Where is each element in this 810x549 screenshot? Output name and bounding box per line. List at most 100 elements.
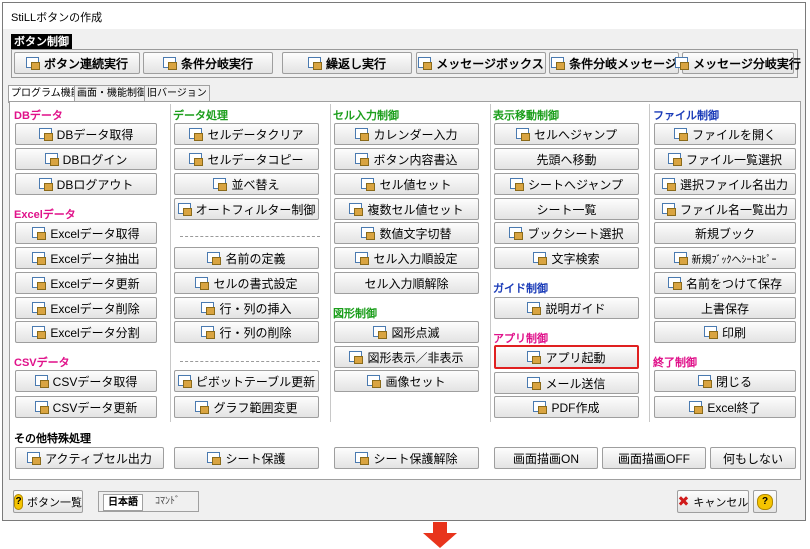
button-icon <box>533 401 548 414</box>
btn-excel-get[interactable]: Excelデータ取得 <box>15 222 157 244</box>
btn-calendar-input[interactable]: カレンダー入力 <box>334 123 479 145</box>
button-icon <box>201 302 216 315</box>
button-icon <box>207 452 222 465</box>
btn-csv-update[interactable]: CSVデータ更新 <box>15 396 157 418</box>
btn-mail-send[interactable]: メール送信 <box>494 372 639 394</box>
btn-message-box[interactable]: メッセージボックス <box>416 52 546 74</box>
button-icon <box>361 227 376 240</box>
btn-jump-cell[interactable]: セルへジャンプ <box>494 123 639 145</box>
button-icon <box>355 153 370 166</box>
btn-excel-extract[interactable]: Excelデータ抽出 <box>15 247 157 269</box>
button-icon <box>162 57 177 70</box>
btn-close[interactable]: 閉じる <box>654 370 796 392</box>
btn-image-set[interactable]: 画像セット <box>334 370 479 392</box>
btn-conditional-exec[interactable]: 条件分岐実行 <box>143 52 273 74</box>
btn-button-list[interactable]: ? ボタン一覧 <box>13 490 83 513</box>
btn-move-top[interactable]: 先頭へ移動 <box>494 148 639 170</box>
btn-define-name[interactable]: 名前の定義 <box>174 247 319 269</box>
btn-excel-split[interactable]: Excelデータ分割 <box>15 321 157 343</box>
btn-selected-file-output[interactable]: 選択ファイル名出力 <box>654 173 796 195</box>
btn-sort[interactable]: 並べ替え <box>174 173 319 195</box>
button-icon <box>355 252 370 265</box>
btn-cancel[interactable]: ✖ キャンセル <box>677 490 749 513</box>
btn-input-order-set[interactable]: セル入力順設定 <box>334 247 479 269</box>
btn-button-write[interactable]: ボタン内容書込 <box>334 148 479 170</box>
button-icon <box>673 252 688 265</box>
btn-sequential-exec[interactable]: ボタン連続実行 <box>14 52 140 74</box>
btn-sheet-unprotect[interactable]: シート保護解除 <box>334 447 479 469</box>
button-icon <box>27 452 42 465</box>
btn-guide[interactable]: 説明ガイド <box>494 297 639 319</box>
button-icon <box>527 351 542 364</box>
button-icon <box>195 277 210 290</box>
btn-cell-value-set[interactable]: セル値セット <box>334 173 479 195</box>
btn-print[interactable]: 印刷 <box>654 321 796 343</box>
button-icon <box>207 252 222 265</box>
btn-sheet-protect[interactable]: シート保護 <box>174 447 319 469</box>
btn-help[interactable]: ? <box>753 490 777 513</box>
btn-save-as[interactable]: 名前をつけて保存 <box>654 272 796 294</box>
btn-shape-blink[interactable]: 図形点滅 <box>334 321 479 343</box>
btn-shape-toggle[interactable]: 図形表示／非表示 <box>334 346 479 368</box>
btn-autofilter[interactable]: オートフィルター制御 <box>174 198 319 220</box>
button-icon <box>527 377 542 390</box>
separator <box>180 236 320 237</box>
btn-repeat-exec[interactable]: 繰返し実行 <box>282 52 412 74</box>
window-title: StiLLボタンの作成 <box>11 12 103 24</box>
btn-sheet-list[interactable]: シート一覧 <box>494 198 639 220</box>
btn-insert-rowcol[interactable]: 行・列の挿入 <box>174 297 319 319</box>
btn-file-list-select[interactable]: ファイル一覧選択 <box>654 148 796 170</box>
btn-screen-update-off[interactable]: 画面描画OFF <box>602 447 706 469</box>
button-icon <box>373 326 388 339</box>
btn-screen-update-on[interactable]: 画面描画ON <box>494 447 598 469</box>
btn-cell-clear[interactable]: セルデータクリア <box>174 123 319 145</box>
btn-cell-copy[interactable]: セルデータコピー <box>174 148 319 170</box>
lang-japanese[interactable]: 日本語 <box>103 494 143 511</box>
button-control-header: ボタン制御 <box>11 34 72 50</box>
btn-db-login[interactable]: DBログイン <box>15 148 157 170</box>
btn-multi-cell-set[interactable]: 複数セル値セット <box>334 198 479 220</box>
btn-app-launch[interactable]: アプリ起動 <box>494 345 639 369</box>
btn-file-list-output[interactable]: ファイル名一覧出力 <box>654 198 796 220</box>
button-icon <box>307 57 322 70</box>
separator <box>180 361 320 362</box>
btn-pivot-update[interactable]: ピボットテーブル更新 <box>174 370 319 392</box>
tab-old-version[interactable]: 旧バージョン <box>144 85 210 102</box>
btn-graph-range[interactable]: グラフ範囲変更 <box>174 396 319 418</box>
btn-excel-quit[interactable]: Excel終了 <box>654 396 796 418</box>
button-icon <box>533 252 548 265</box>
btn-pdf-create[interactable]: PDF作成 <box>494 396 639 418</box>
button-icon <box>527 302 542 315</box>
section-app: アプリ制御 <box>493 333 548 345</box>
btn-excel-delete[interactable]: Excelデータ削除 <box>15 297 157 319</box>
section-end: 終了制御 <box>653 357 697 369</box>
tab-screen-control[interactable]: 画面・機能制御 <box>74 85 150 102</box>
dialog-window: StiLLボタンの作成 ボタン制御 ボタン連続実行 条件分岐実行 繰返し実行 メ… <box>2 2 806 521</box>
button-icon <box>667 153 682 166</box>
btn-csv-get[interactable]: CSVデータ取得 <box>15 370 157 392</box>
btn-active-cell-output[interactable]: アクティブセル出力 <box>15 447 164 469</box>
btn-delete-rowcol[interactable]: 行・列の削除 <box>174 321 319 343</box>
btn-file-open[interactable]: ファイルを開く <box>654 123 796 145</box>
btn-excel-update[interactable]: Excelデータ更新 <box>15 272 157 294</box>
btn-text-search[interactable]: 文字検索 <box>494 247 639 269</box>
btn-new-book[interactable]: 新規ブック <box>654 222 796 244</box>
btn-conditional-message[interactable]: 条件分岐メッセージ <box>549 52 679 74</box>
button-icon <box>189 128 204 141</box>
button-icon <box>367 375 382 388</box>
btn-save[interactable]: 上書保存 <box>654 297 796 319</box>
btn-copy-sheet-new-book[interactable]: 新規ﾌﾞｯｸへｼｰﾄｺﾋﾟｰ <box>654 247 796 269</box>
btn-do-nothing[interactable]: 何もしない <box>710 447 796 469</box>
btn-db-get[interactable]: DBデータ取得 <box>15 123 157 145</box>
btn-cell-format[interactable]: セルの書式設定 <box>174 272 319 294</box>
btn-message-branch[interactable]: メッセージ分岐実行 <box>675 52 801 74</box>
lang-command[interactable]: ｺﾏﾝﾄﾞ <box>151 494 184 509</box>
btn-jump-sheet[interactable]: シートへジャンプ <box>494 173 639 195</box>
section-db: DBデータ <box>14 110 63 122</box>
btn-book-sheet-select[interactable]: ブックシート選択 <box>494 222 639 244</box>
button-icon <box>418 57 433 70</box>
btn-input-order-clear[interactable]: セル入力順解除 <box>334 272 479 294</box>
btn-numtext-toggle[interactable]: 数値文字切替 <box>334 222 479 244</box>
btn-db-logout[interactable]: DBログアウト <box>15 173 157 195</box>
button-icon <box>213 178 228 191</box>
